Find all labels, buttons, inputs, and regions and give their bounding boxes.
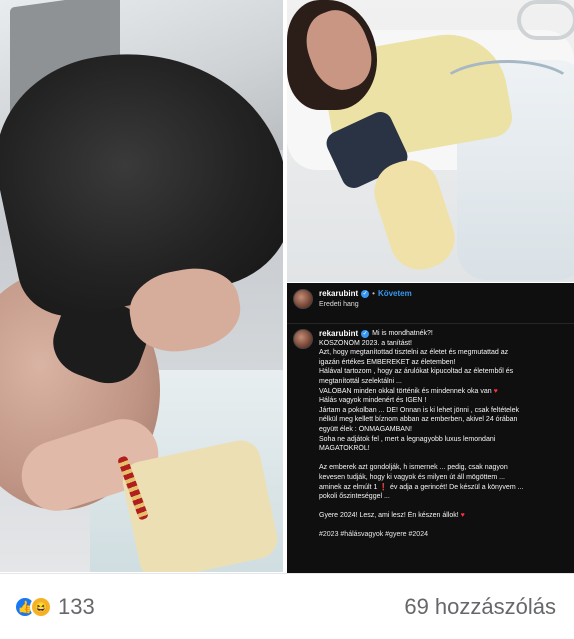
- divider: [287, 323, 574, 324]
- caption-line: aminek az elmúlt 1: [319, 483, 378, 491]
- caption-verified-icon: ✓: [361, 329, 370, 338]
- hashtags[interactable]: #2023 #hálásvagyok #gyere #2024: [319, 530, 568, 540]
- verified-badge-icon: ✓: [361, 289, 370, 298]
- post-header: rekarubint ✓ • Követem Eredeti hang: [293, 289, 568, 317]
- caption-line: együtt élek : ÖNMAGAMBAN!: [319, 425, 412, 433]
- post-caption: rekarubint ✓ Mi is mondhatnék?! KÖSZÖNÖM…: [293, 329, 568, 569]
- photo-woman-in-hospital-bed[interactable]: [287, 0, 574, 282]
- avatar[interactable]: [293, 289, 313, 309]
- caption-line: Soha ne adjátok fel , mert a legnagyobb …: [319, 435, 496, 443]
- iv-tube: [437, 60, 574, 120]
- caption-line: nélkül meg kellett bíznom abban az ember…: [319, 416, 518, 424]
- haha-icon: 😆: [30, 596, 52, 618]
- caption-line: év adja a gerincét! De készül a könyvem …: [389, 483, 524, 491]
- caption-line: Mi is mondhatnék?!: [372, 330, 433, 337]
- caption-line: Hálával tartozom , hogy az árulókat kipu…: [319, 368, 514, 376]
- caption-line: KÖSZÖNÖM 2023. a tanítást!: [319, 339, 412, 347]
- caption-line: Jártam a pokolban ... DE! Onnan is ki le…: [319, 406, 519, 414]
- photo-man-kissing-hand[interactable]: [0, 0, 283, 572]
- caption-avatar[interactable]: [293, 329, 313, 349]
- caption-line: Hálás vagyok mindenért és IGEN !: [319, 397, 427, 405]
- username[interactable]: rekarubint: [319, 289, 358, 298]
- caption-username[interactable]: rekarubint: [319, 329, 358, 339]
- caption-line: kevesen tudják, hogy ki vagyok és milyen…: [319, 473, 505, 481]
- caption-line: VALÓBAN minden okkal történik és mindenn…: [319, 387, 492, 395]
- follow-button[interactable]: Követem: [378, 289, 412, 298]
- reaction-count: 133: [58, 594, 95, 619]
- caption-line: Gyere 2024! Lesz, ami lesz! Én készen ál…: [319, 512, 459, 520]
- caption-line: igazán értékes EMBEREKET az életemben!: [319, 358, 456, 366]
- caption-line: MAGATOKRÓL!: [319, 445, 370, 453]
- heart-icon: ♥: [493, 387, 498, 395]
- caption-text: rekarubint ✓ Mi is mondhatnék?! KÖSZÖNÖM…: [319, 329, 568, 569]
- bed-rail: [517, 0, 574, 40]
- reactions-summary[interactable]: 👍 😆 133: [14, 594, 95, 620]
- woman-arm: [366, 152, 463, 278]
- audio-label[interactable]: Eredeti hang: [319, 301, 412, 308]
- caption-line: Az emberek azt gondolják, h ismernek ...…: [319, 464, 508, 472]
- caption-line: Azt, hogy megtanítottad tisztelni az éle…: [319, 349, 509, 357]
- exclamation-icon: ❗: [379, 483, 389, 491]
- reaction-bar: 👍 😆 133 69 hozzászólás: [0, 573, 574, 639]
- separator-dot: •: [372, 289, 375, 298]
- instagram-post-screenshot: rekarubint ✓ • Követem Eredeti hang reka…: [287, 283, 574, 573]
- heart-icon: ♥: [460, 512, 465, 520]
- caption-line: pokoli őszinteséggel ...: [319, 493, 390, 501]
- caption-line: megtanítottál szelektálni ...: [319, 377, 402, 385]
- comments-count-link[interactable]: 69 hozzászólás: [404, 594, 556, 620]
